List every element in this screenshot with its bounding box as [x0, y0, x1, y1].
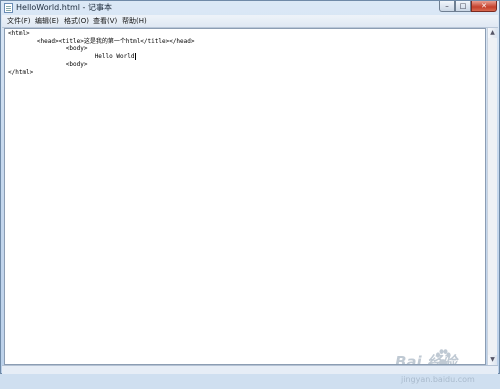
watermark-url: jingyan.baidu.com	[401, 375, 475, 384]
scroll-down-arrow-icon[interactable]: ▼	[488, 355, 497, 365]
menu-help[interactable]: 帮助(H)	[122, 15, 147, 27]
notepad-icon	[4, 3, 13, 13]
notepad-window: HelloWorld.html - 记事本 – □ ✕ 文件(F) 编辑(E) …	[0, 0, 500, 384]
code-line: </html>	[8, 69, 34, 76]
text-caret	[135, 53, 136, 60]
scroll-up-arrow-icon[interactable]: ▲	[488, 28, 497, 38]
menu-view[interactable]: 查看(V)	[93, 15, 117, 27]
menu-file[interactable]: 文件(F)	[7, 15, 31, 27]
code-line: <body>	[8, 61, 88, 68]
vertical-scrollbar[interactable]: ▲ ▼	[487, 28, 497, 365]
title-bar[interactable]: HelloWorld.html - 记事本 – □ ✕	[1, 1, 499, 15]
code-line: Hello World	[8, 53, 135, 60]
code-line: <body>	[8, 45, 88, 52]
minimize-button[interactable]: –	[439, 1, 455, 12]
menu-format[interactable]: 格式(O)	[64, 15, 89, 27]
window-title: HelloWorld.html - 记事本	[16, 3, 112, 12]
code-line: <html>	[8, 30, 30, 37]
status-bar	[2, 365, 498, 374]
close-button[interactable]: ✕	[471, 1, 497, 12]
menu-bar: 文件(F) 编辑(E) 格式(O) 查看(V) 帮助(H)	[2, 15, 498, 28]
text-editor[interactable]: <html> <head><title>这是我的第一个html</title><…	[4, 28, 486, 384]
menu-edit[interactable]: 编辑(E)	[35, 15, 59, 27]
maximize-button[interactable]: □	[455, 1, 471, 12]
